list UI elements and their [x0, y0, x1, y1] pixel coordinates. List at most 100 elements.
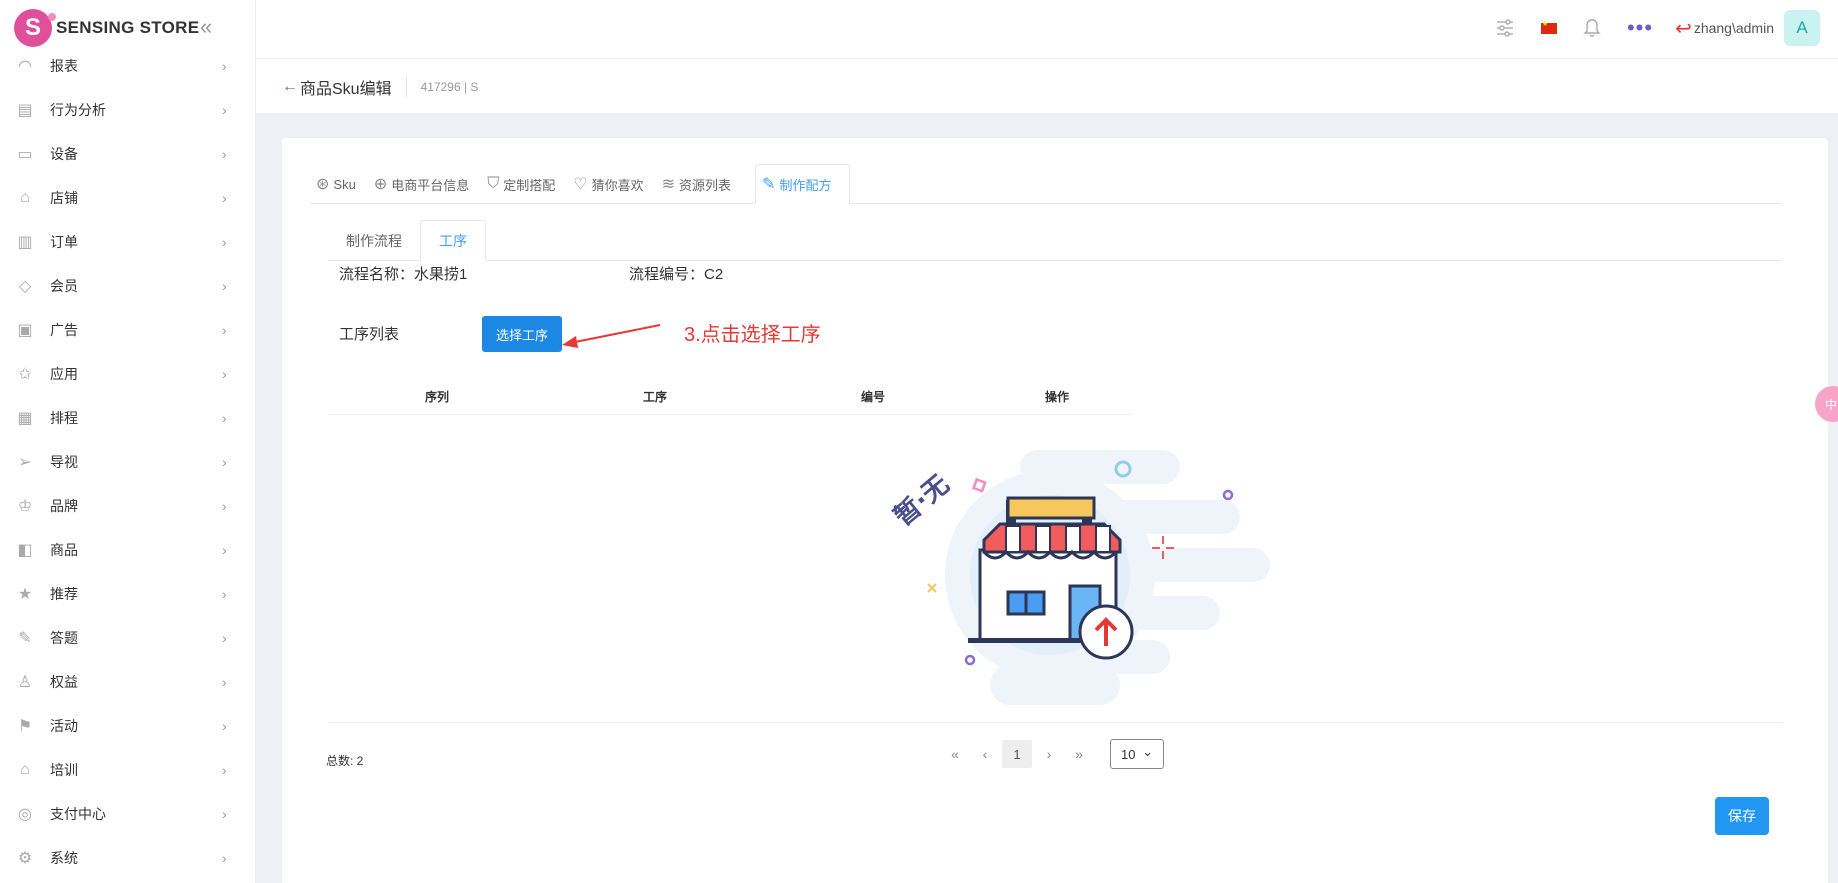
sidebar-item-14[interactable]: ♙ 权益 ›	[0, 660, 255, 704]
tab-3[interactable]: ♡ 猜你喜欢	[567, 164, 655, 204]
sidebar-item-0[interactable]: ◠ 报表 ›	[0, 44, 255, 88]
chevron-right-icon: ›	[222, 454, 227, 470]
sidebar-item-1[interactable]: ▤ 行为分析 ›	[0, 88, 255, 132]
chevron-right-icon: ›	[222, 630, 227, 646]
sidebar-item-label: 系统	[50, 850, 78, 866]
empty-state-illustration: 暂·无	[888, 450, 1270, 705]
column-header-actions: 操作	[1044, 390, 1069, 404]
sidebar-item-8[interactable]: ▦ 排程 ›	[0, 396, 255, 440]
shirt-icon: ⛉	[487, 175, 500, 192]
current-page[interactable]: 1	[1002, 740, 1032, 768]
select-process-button[interactable]: 选择工序	[482, 316, 562, 352]
crown-icon: ♔	[17, 498, 33, 515]
sidebar-item-12[interactable]: ★ 推荐 ›	[0, 572, 255, 616]
chevron-right-icon: ›	[222, 146, 227, 162]
avatar[interactable]: A	[1784, 10, 1820, 46]
globe-icon: ⊕	[373, 176, 388, 193]
sidebar-item-label: 店铺	[50, 190, 78, 206]
process-list-label: 工序列表	[339, 326, 400, 343]
first-page-icon[interactable]: «	[940, 740, 970, 768]
user-menu[interactable]: ↩ zhang\admin A	[1675, 10, 1820, 46]
sidebar-item-label: 订单	[50, 234, 78, 250]
divider	[328, 722, 1782, 723]
tab-label: 电商平台信息	[391, 177, 470, 193]
tab-label: 猜你喜欢	[591, 177, 644, 193]
back-arrow-icon[interactable]: ←	[282, 78, 298, 96]
sliders-icon[interactable]	[1495, 18, 1515, 38]
subtab-0[interactable]: 制作流程	[328, 220, 420, 261]
subtab-1[interactable]: 工序	[420, 220, 486, 261]
annotation-label: 3.点击选择工序	[684, 324, 821, 346]
sidebar-item-15[interactable]: ⚑ 活动 ›	[0, 704, 255, 748]
sidebar-item-label: 设备	[50, 146, 78, 162]
next-page-icon[interactable]: ›	[1034, 740, 1064, 768]
sidebar: S SENSING STORE « ◠ 报表 › ▤ 行为分析 › ▭ 设备 › ⌂ 店铺 › ▥ 订单 ›…	[0, 0, 256, 883]
chevron-right-icon: ›	[222, 674, 227, 690]
tab-5[interactable]: ✎ 制作配方	[755, 164, 851, 204]
chevron-right-icon: ›	[222, 234, 227, 250]
sidebar-item-label: 答题	[50, 630, 78, 646]
tab-label: 定制搭配	[503, 177, 556, 193]
brand-logo[interactable]: S SENSING STORE	[14, 8, 199, 48]
more-icon[interactable]: •••	[1627, 15, 1653, 41]
prev-page-icon[interactable]: ‹	[970, 740, 1000, 768]
sidebar-item-label: 品牌	[50, 498, 78, 514]
navigation-icon: ➢	[18, 454, 32, 471]
layers-icon: ≋	[661, 176, 676, 193]
sidebar-item-18[interactable]: ⚙ 系统 ›	[0, 836, 255, 880]
sidebar-item-label: 活动	[50, 718, 78, 734]
sidebar-item-11[interactable]: ◧ 商品 ›	[0, 528, 255, 572]
tab-4[interactable]: ≋ 资源列表	[656, 164, 743, 204]
chevron-right-icon: ›	[222, 718, 227, 734]
chevron-right-icon: ›	[222, 366, 227, 382]
device-icon: ▭	[17, 146, 33, 163]
chevron-right-icon: ›	[222, 542, 227, 558]
sidebar-item-10[interactable]: ♔ 品牌 ›	[0, 484, 255, 528]
ad-icon: ▣	[17, 322, 33, 339]
bell-icon[interactable]	[1583, 18, 1601, 38]
page-header: ← 商品Sku编辑 417296 | S	[256, 60, 1838, 113]
page-size-select[interactable]: 10 ⌄	[1110, 739, 1164, 769]
tab-label: Sku	[333, 176, 356, 192]
chevron-right-icon: ›	[222, 278, 227, 294]
settings-icon: ⚙	[17, 850, 33, 867]
sidebar-item-2[interactable]: ▭ 设备 ›	[0, 132, 255, 176]
tab-2[interactable]: ⛉ 定制搭配	[481, 164, 567, 204]
sidebar-item-5[interactable]: ◇ 会员 ›	[0, 264, 255, 308]
user-icon: ♙	[17, 674, 33, 691]
sidebar-item-16[interactable]: ⌂ 培训 ›	[0, 748, 255, 792]
sidebar-item-13[interactable]: ✎ 答题 ›	[0, 616, 255, 660]
sidebar-item-label: 支付中心	[50, 806, 106, 822]
total-count: 总数: 2	[326, 754, 364, 768]
tab-0[interactable]: ⊛ Sku	[310, 164, 368, 204]
sidebar-item-9[interactable]: ➢ 导视 ›	[0, 440, 255, 484]
edit-icon: ✎	[762, 176, 776, 193]
sub-tabs: 制作流程 工序	[328, 220, 1782, 261]
graduation-icon: ⌂	[20, 761, 30, 778]
chevron-right-icon: ›	[222, 410, 227, 426]
sidebar-item-4[interactable]: ▥ 订单 ›	[0, 220, 255, 264]
sidebar-item-label: 排程	[50, 410, 78, 426]
flag-icon: ⚑	[17, 718, 33, 735]
process-table-header: 序列 工序 编号 操作	[328, 380, 1132, 415]
empty-text: 暂·无	[888, 469, 955, 533]
flow-code: 流程编号：C2	[629, 266, 724, 283]
document-icon: ▤	[17, 102, 33, 119]
clipboard-icon: ▥	[17, 234, 33, 251]
column-header-process: 工序	[642, 390, 667, 404]
language-flag-icon[interactable]	[1540, 20, 1557, 34]
sidebar-item-3[interactable]: ⌂ 店铺 ›	[0, 176, 255, 220]
sidebar-item-17[interactable]: ◎ 支付中心 ›	[0, 792, 255, 836]
sidebar-item-7[interactable]: ✩ 应用 ›	[0, 352, 255, 396]
column-header-code: 编号	[860, 390, 885, 404]
sidebar-item-label: 广告	[50, 322, 78, 338]
sidebar-item-label: 导视	[50, 454, 78, 470]
divider	[405, 76, 407, 97]
dashboard-icon: ◠	[18, 58, 32, 75]
last-page-icon[interactable]: »	[1064, 740, 1094, 768]
tab-1[interactable]: ⊕ 电商平台信息	[368, 164, 481, 204]
double-chevron-left-icon[interactable]: «	[200, 16, 212, 38]
sidebar-item-6[interactable]: ▣ 广告 ›	[0, 308, 255, 352]
chevron-right-icon: ›	[222, 190, 227, 206]
save-button[interactable]: 保存	[1715, 797, 1769, 835]
